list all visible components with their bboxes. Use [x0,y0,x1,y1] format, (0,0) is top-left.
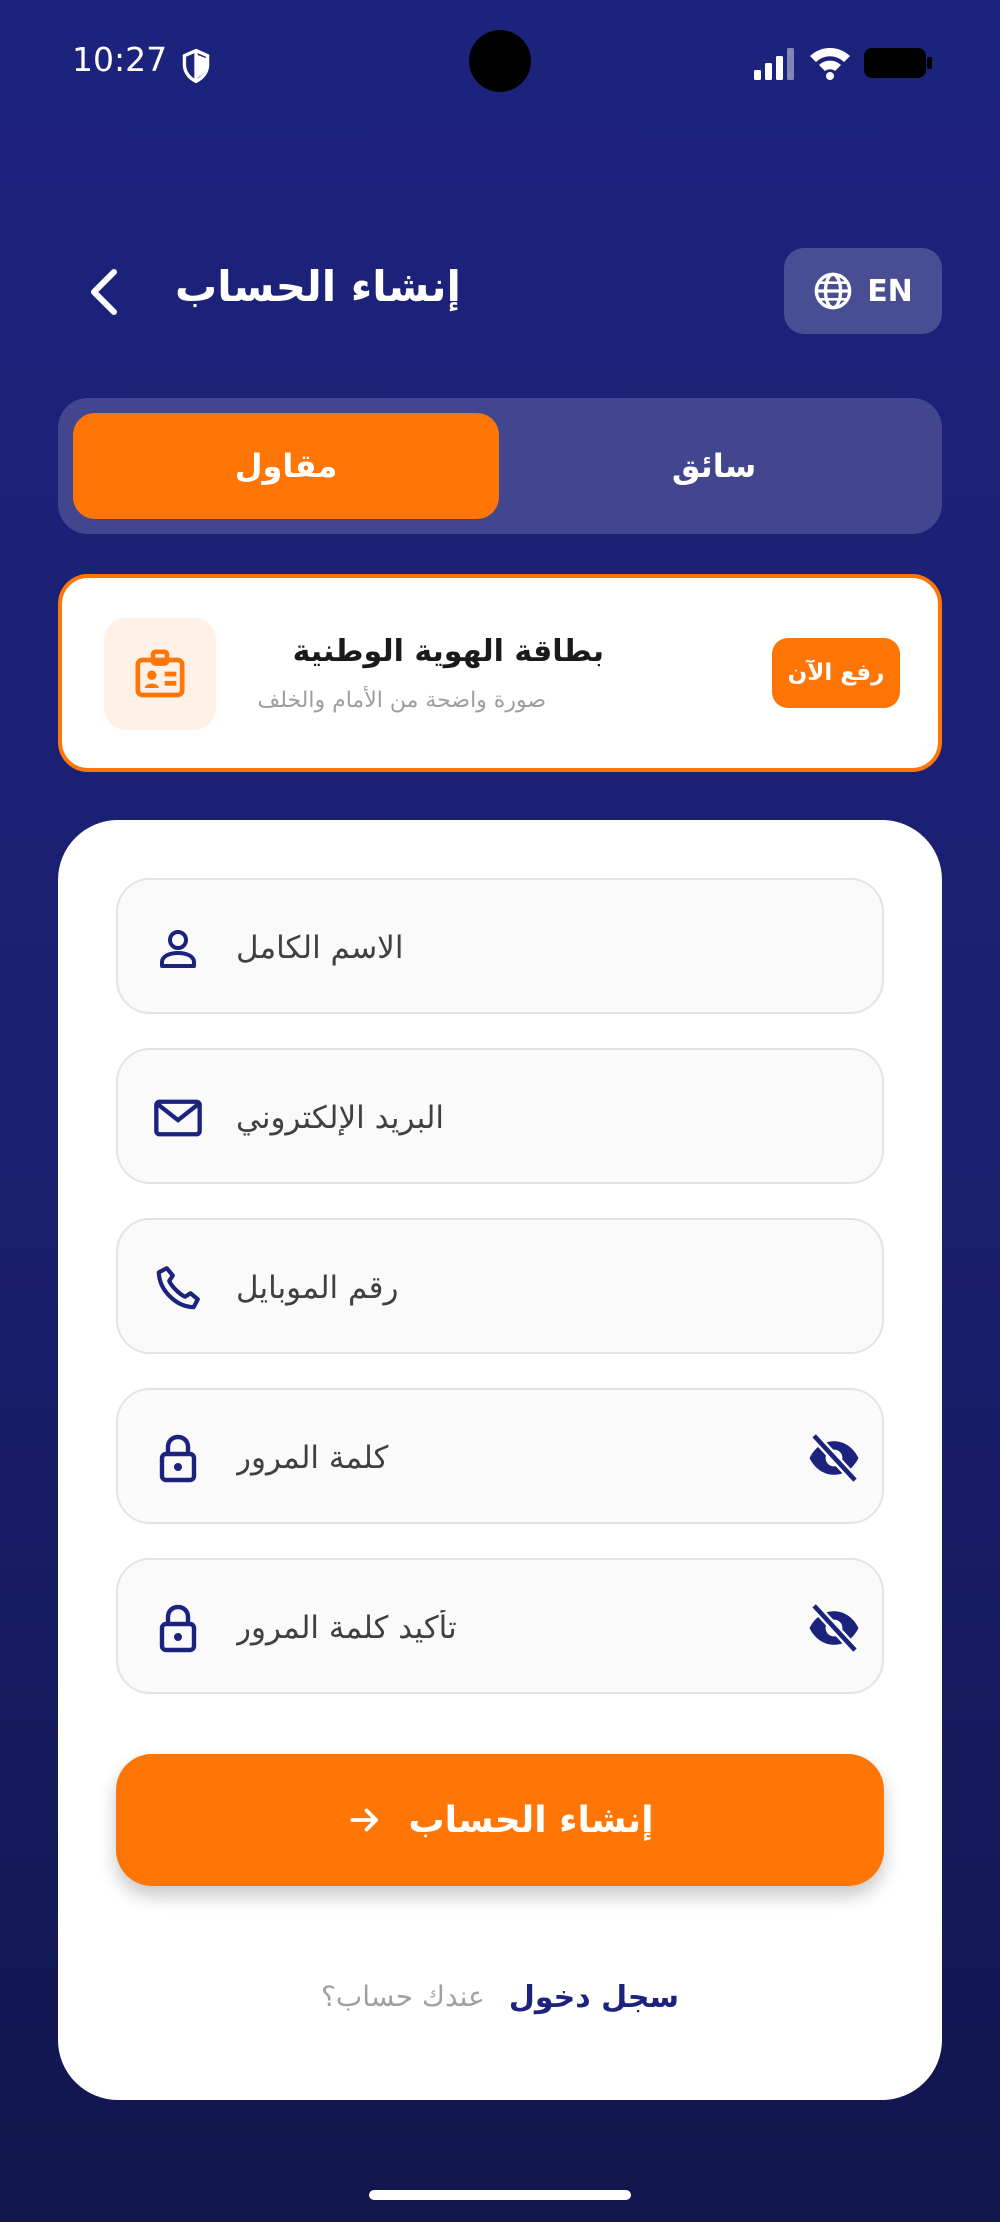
phone-icon [156,1266,200,1310]
login-prompt: سجل دخول عندك حساب؟ [58,1980,942,2015]
phone-input[interactable] [236,1248,736,1328]
email-input[interactable] [236,1078,736,1158]
tab-contractor[interactable]: مقاول [73,413,499,519]
arrow-right-icon [350,1808,379,1832]
toggle-password-visibility[interactable] [804,1428,864,1488]
phone-field[interactable] [116,1218,884,1354]
shield-icon [182,48,210,84]
signal-icon [754,48,794,80]
confirm-password-field[interactable] [116,1558,884,1694]
id-badge-icon [135,649,185,698]
tab-driver[interactable]: سائق [501,413,927,519]
create-account-label: إنشاء الحساب [408,1799,654,1841]
id-card-subtitle: صورة واضحة من الأمام والخلف [257,688,546,713]
role-toggle: مقاول سائق [58,398,942,534]
password-input[interactable] [236,1418,736,1498]
battery-icon [864,48,932,78]
lock-icon [159,1434,197,1483]
id-card-icon-box [104,618,216,730]
home-indicator[interactable] [369,2190,631,2200]
front-camera [469,30,531,92]
email-field[interactable] [116,1048,884,1184]
confirm-password-input[interactable] [236,1588,736,1668]
person-icon [160,930,196,968]
eye-off-icon [809,1432,859,1484]
wifi-icon [810,48,850,80]
login-link[interactable]: سجل دخول [509,1980,679,2015]
upload-now-button[interactable]: رفع الآن [772,638,900,708]
language-label: EN [867,273,913,309]
password-field[interactable] [116,1388,884,1524]
lock-icon [159,1604,197,1653]
page-title: إنشاء الحساب [175,262,461,311]
toggle-confirm-password-visibility[interactable] [804,1598,864,1658]
language-button[interactable]: EN [784,248,942,334]
create-account-button[interactable]: إنشاء الحساب [116,1754,884,1886]
full-name-field[interactable] [116,878,884,1014]
login-question: عندك حساب؟ [320,1980,485,2013]
globe-icon [814,272,852,310]
id-card-title: بطاقة الهوية الوطنية [292,634,604,669]
status-time: 10:27 [72,40,168,79]
full-name-input[interactable] [236,908,736,988]
eye-off-icon [809,1602,859,1654]
back-button[interactable] [72,260,136,324]
signup-form: إنشاء الحساب سجل دخول عندك حساب؟ [58,820,942,2100]
id-card-upload: بطاقة الهوية الوطنية صورة واضحة من الأما… [58,574,942,772]
chevron-left-icon [91,269,117,315]
mail-icon [154,1099,202,1137]
